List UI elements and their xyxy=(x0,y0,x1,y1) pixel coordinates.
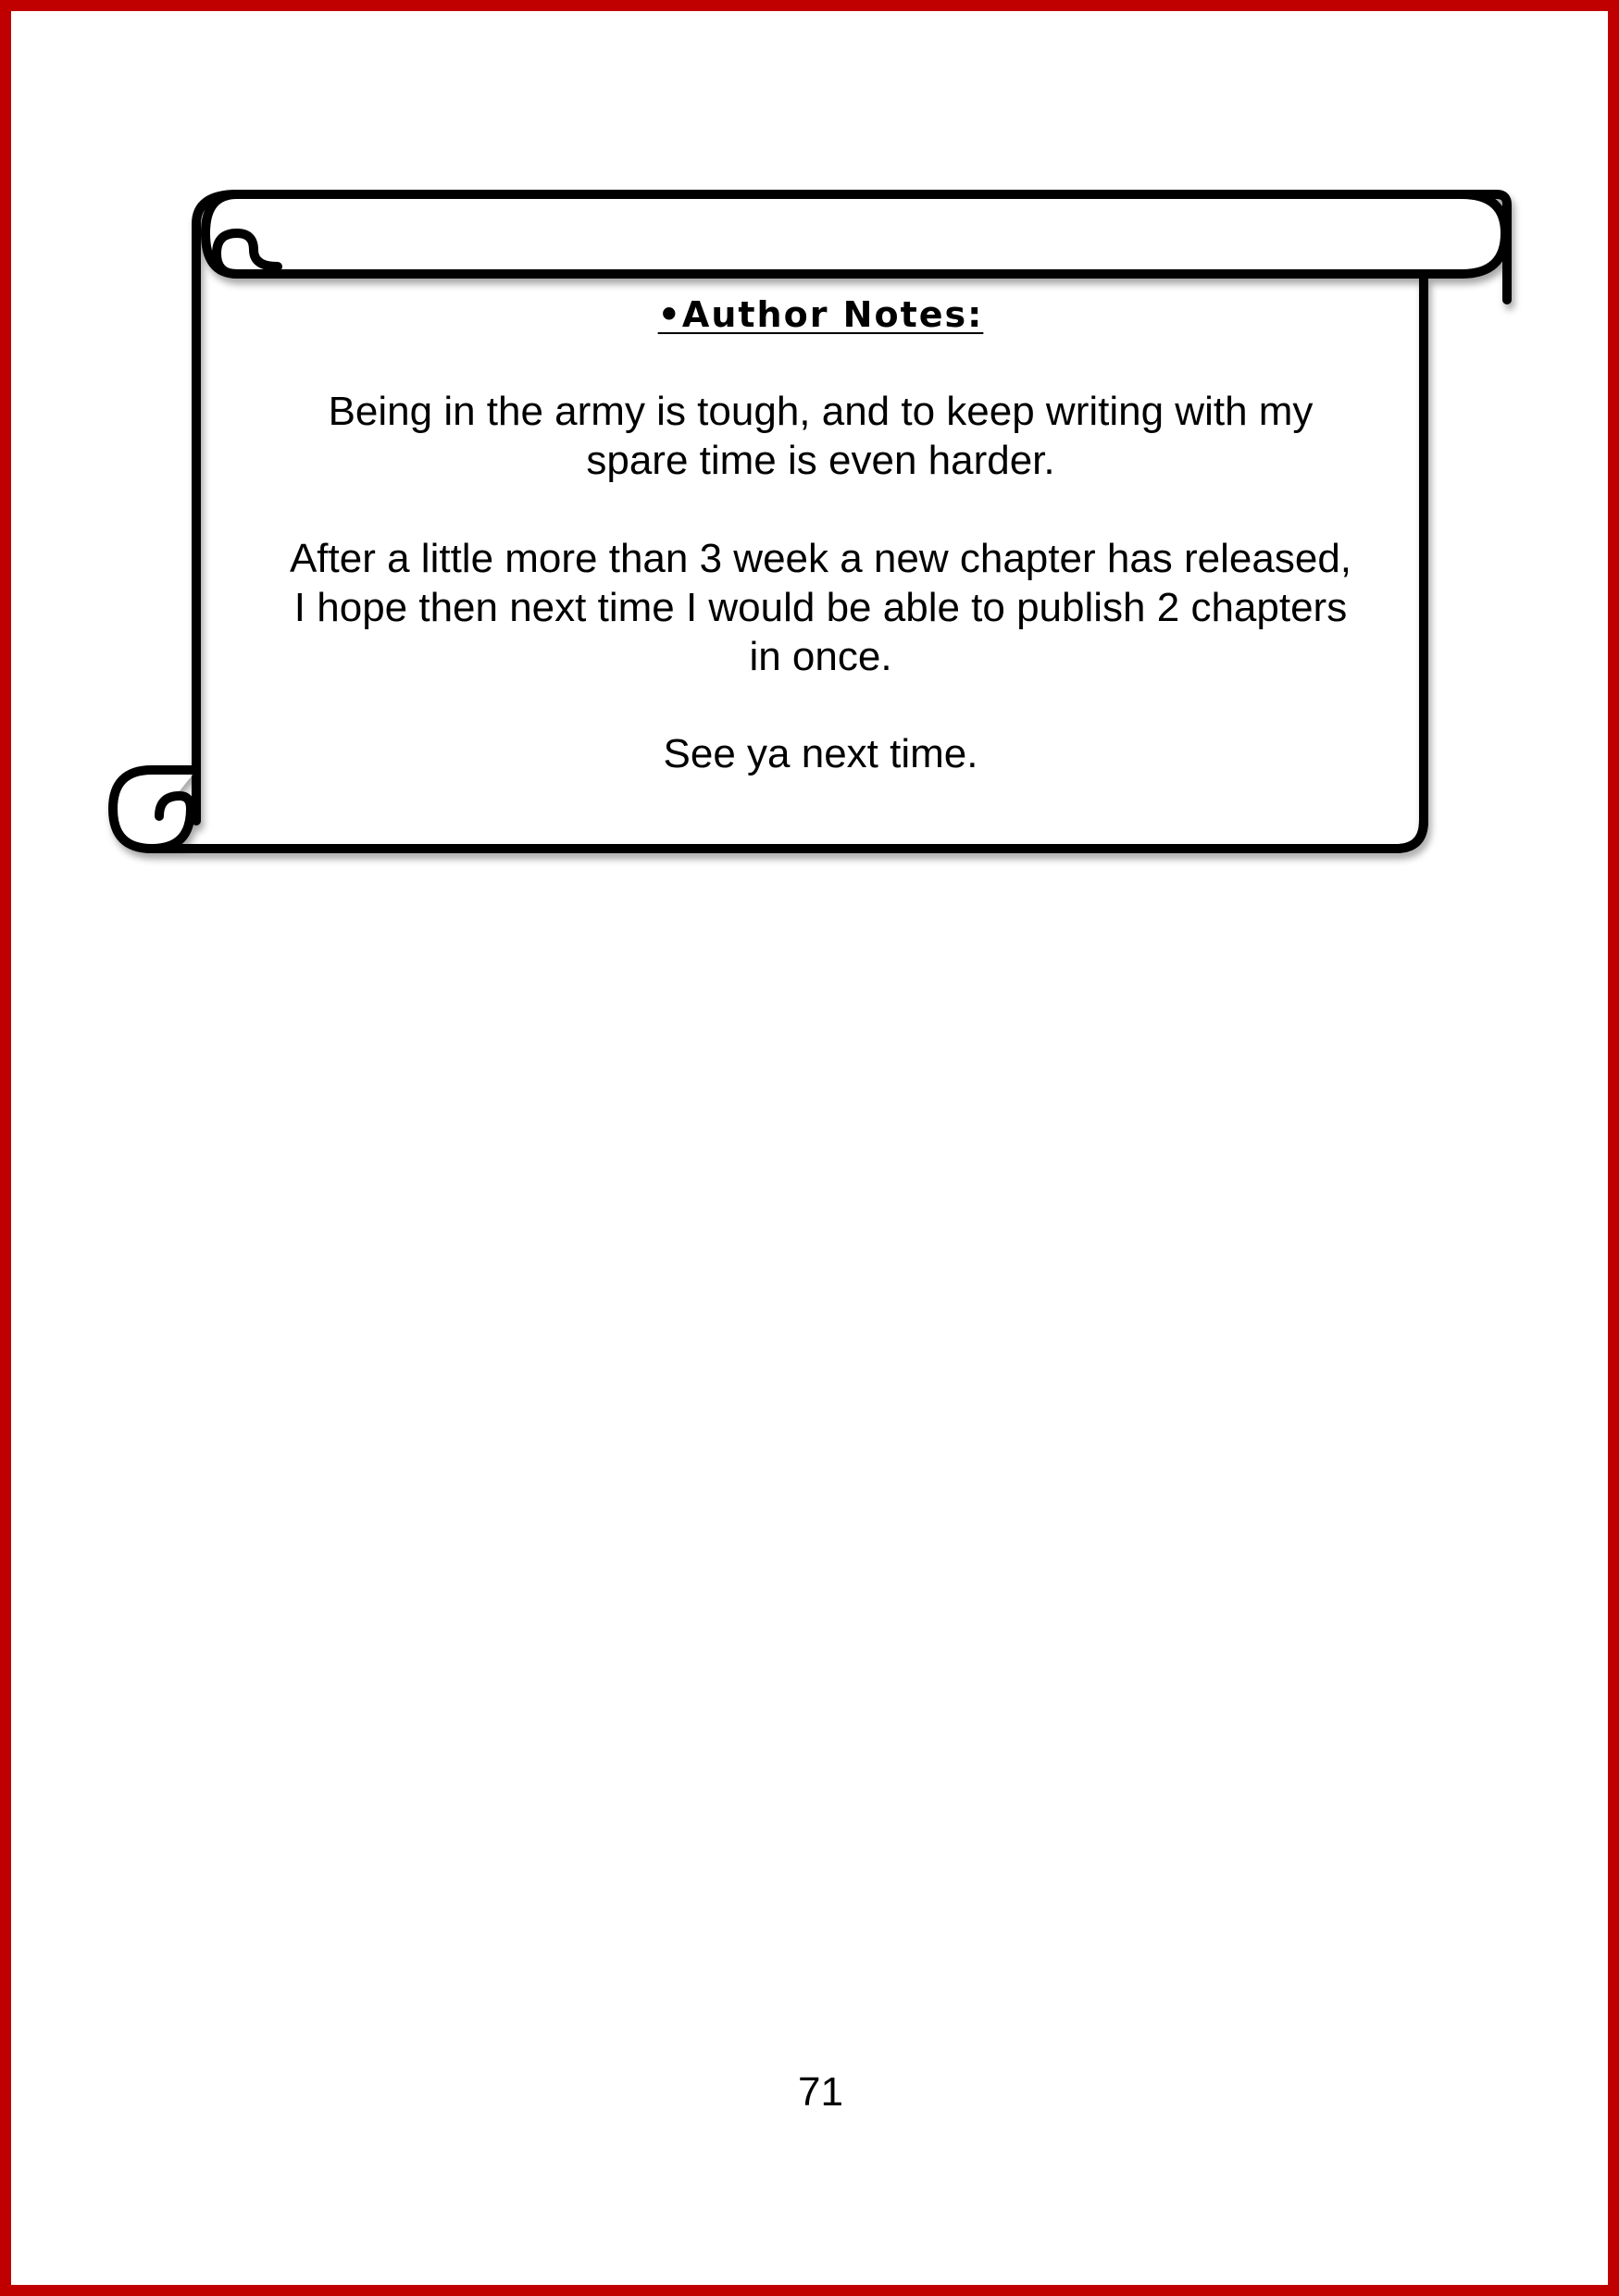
author-notes-paragraph-1: Being in the army is tough, and to keep … xyxy=(328,389,1314,483)
document-page: •Author Notes: Being in the army is toug… xyxy=(0,0,1619,2296)
author-notes-heading-text: •Author Notes: xyxy=(657,294,984,335)
page-number: 71 xyxy=(798,2069,843,2115)
author-notes-paragraph-3: See ya next time. xyxy=(663,731,978,776)
author-notes-heading: •Author Notes: xyxy=(11,294,1608,335)
author-notes-paragraph-2: After a little more than 3 week a new ch… xyxy=(289,536,1352,679)
